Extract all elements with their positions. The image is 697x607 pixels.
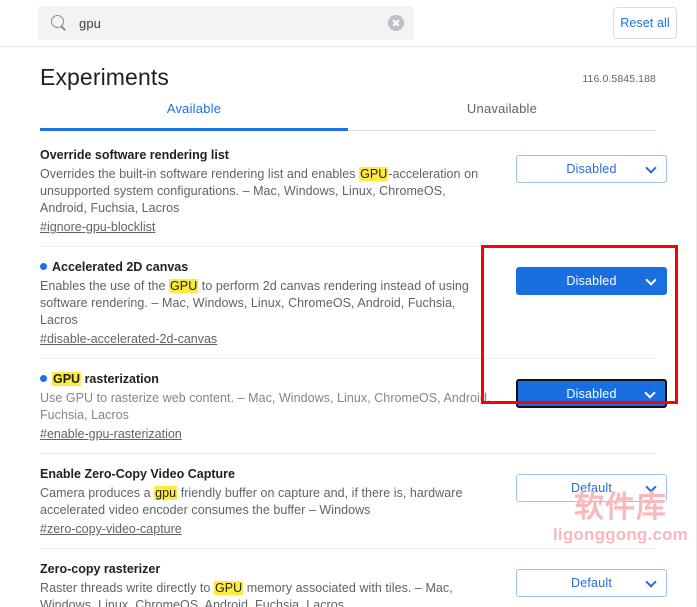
experiment-select-value: Disabled <box>566 386 617 401</box>
experiment-select[interactable]: Default <box>516 474 667 502</box>
search-input[interactable]: gpu <box>79 16 388 31</box>
experiment-info: Zero-copy rasterizer Raster threads writ… <box>40 561 502 607</box>
experiment-select-value: Default <box>570 481 612 495</box>
experiment-row: Accelerated 2D canvas Enables the use of… <box>40 246 667 358</box>
experiment-control: Disabled <box>502 147 667 183</box>
desc-part-1: Overrides the built-in software renderin… <box>40 167 360 181</box>
experiment-info: Accelerated 2D canvas Enables the use of… <box>40 259 502 348</box>
experiment-title-text: rasterization <box>81 372 159 386</box>
experiment-title-text: Enable Zero-Copy Video Capture <box>40 467 235 481</box>
experiment-title-text: Override software rendering list <box>40 148 229 162</box>
experiment-control: Disabled <box>502 371 667 408</box>
chevron-down-icon <box>645 162 657 174</box>
search-match-highlight: GPU <box>169 279 199 293</box>
tab-unavailable[interactable]: Unavailable <box>348 91 656 130</box>
experiment-control: Default <box>502 466 667 502</box>
tab-available[interactable]: Available <box>40 91 348 131</box>
experiment-description: Overrides the built-in software renderin… <box>40 166 492 217</box>
experiment-select[interactable]: Disabled <box>516 155 667 183</box>
chevron-down-icon <box>644 386 656 399</box>
experiment-description: Raster threads write directly to GPU mem… <box>40 580 492 607</box>
tab-bar: Available Unavailable <box>40 91 656 131</box>
experiment-control: Disabled <box>502 259 667 295</box>
experiment-info: Override software rendering list Overrid… <box>40 147 502 236</box>
clear-search-icon[interactable] <box>388 15 404 31</box>
experiment-title-text: Accelerated 2D canvas <box>52 260 189 274</box>
version-label: 116.0.5845.188 <box>582 73 656 85</box>
experiment-select[interactable]: Disabled <box>516 379 667 408</box>
experiment-title-text: Zero-copy rasterizer <box>40 562 161 576</box>
modified-indicator-dot <box>40 263 47 271</box>
modified-indicator-dot <box>40 375 47 383</box>
experiment-row: GPU rasterization Use GPU to rasterize w… <box>40 358 667 453</box>
experiment-title: Override software rendering list <box>40 147 492 164</box>
experiment-list: Override software rendering list Overrid… <box>40 131 667 607</box>
experiment-title: Zero-copy rasterizer <box>40 561 492 578</box>
experiment-info: Enable Zero-Copy Video Capture Camera pr… <box>40 466 502 538</box>
experiment-permalink[interactable]: #disable-accelerated-2d-canvas <box>40 332 217 346</box>
desc-part-1: Use GPU to rasterize web content. – Mac,… <box>40 391 491 422</box>
experiment-control: Default <box>502 561 667 597</box>
experiment-permalink[interactable]: #ignore-gpu-blocklist <box>40 220 155 234</box>
desc-part-1: Camera produces a <box>40 486 155 500</box>
search-match-highlight: gpu <box>154 486 178 500</box>
experiment-select-value: Disabled <box>566 274 617 288</box>
experiment-select-value: Disabled <box>566 162 617 176</box>
top-toolbar: gpu Reset all <box>0 0 696 47</box>
experiment-select-value: Default <box>570 576 612 590</box>
experiment-row: Override software rendering list Overrid… <box>40 135 667 246</box>
experiment-description: Enables the use of the GPU to perform 2d… <box>40 278 492 329</box>
search-icon <box>51 15 67 31</box>
experiment-title: Enable Zero-Copy Video Capture <box>40 466 492 483</box>
experiment-title: GPU rasterization <box>40 371 492 388</box>
title-row: Experiments 116.0.5845.188 <box>40 47 656 91</box>
flags-page: gpu Reset all Experiments 116.0.5845.188… <box>0 0 697 607</box>
chevron-down-icon <box>645 576 657 588</box>
experiment-select[interactable]: Disabled <box>516 267 667 295</box>
experiment-row: Zero-copy rasterizer Raster threads writ… <box>40 548 667 607</box>
desc-part-1: Enables the use of the <box>40 279 170 293</box>
chevron-down-icon <box>645 481 657 493</box>
experiment-info: GPU rasterization Use GPU to rasterize w… <box>40 371 502 443</box>
reset-all-button[interactable]: Reset all <box>613 7 677 39</box>
search-match-highlight: GPU <box>213 581 244 595</box>
search-match-highlight: GPU <box>359 167 389 181</box>
desc-part-1: Raster threads write directly to <box>40 581 214 595</box>
page-title: Experiments <box>40 64 169 90</box>
experiment-title: Accelerated 2D canvas <box>40 259 492 276</box>
experiment-permalink[interactable]: #zero-copy-video-capture <box>40 522 182 536</box>
experiment-permalink[interactable]: #enable-gpu-rasterization <box>40 427 182 441</box>
search-box[interactable]: gpu <box>38 6 414 40</box>
experiment-select[interactable]: Default <box>516 569 667 597</box>
search-match-highlight: GPU <box>52 372 82 386</box>
experiment-row: Enable Zero-Copy Video Capture Camera pr… <box>40 453 667 548</box>
experiment-description: Use GPU to rasterize web content. – Mac,… <box>40 390 492 424</box>
chevron-down-icon <box>645 274 657 286</box>
experiment-description: Camera produces a gpu friendly buffer on… <box>40 485 492 519</box>
